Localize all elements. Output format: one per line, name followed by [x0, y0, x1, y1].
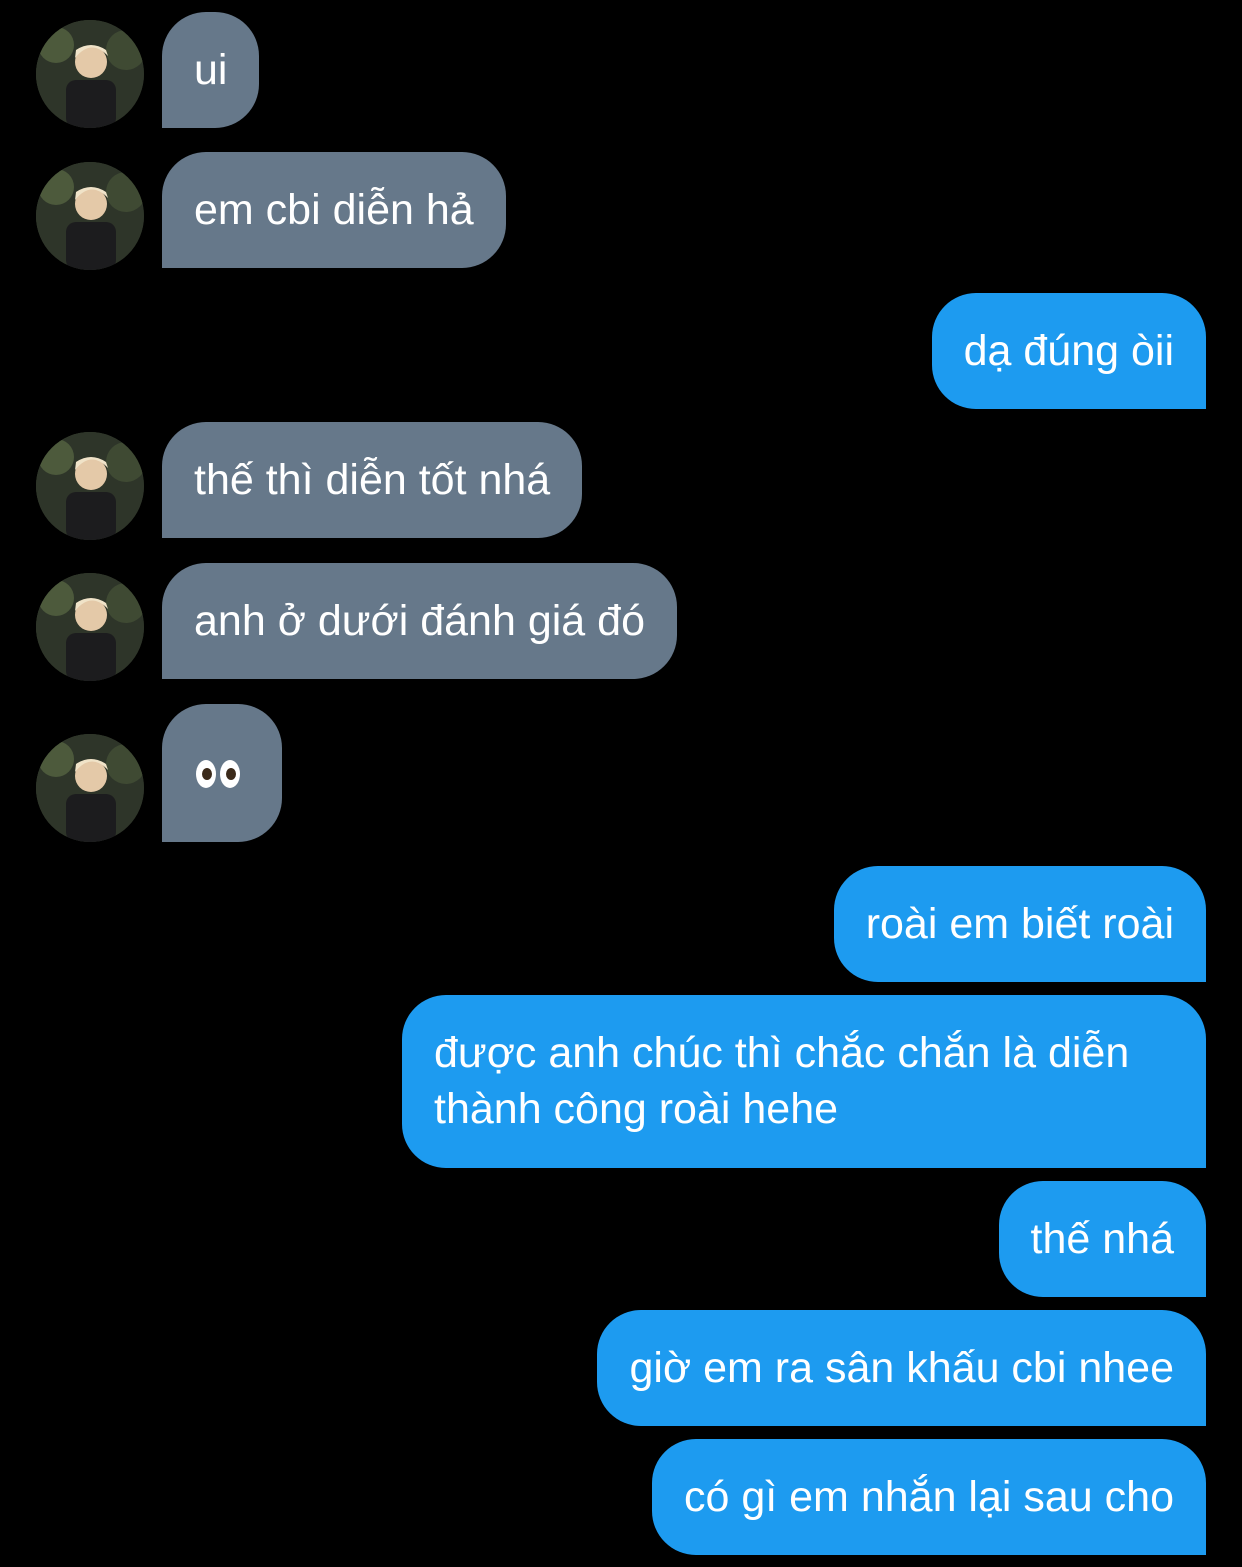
message-bubble-outgoing[interactable]: roài em biết roài [833, 866, 1206, 982]
contact-avatar[interactable] [36, 573, 144, 681]
contact-avatar[interactable] [36, 20, 144, 128]
message-text: roài em biết roài [865, 900, 1174, 948]
contact-avatar[interactable] [36, 734, 144, 842]
message-bubble-incoming[interactable]: anh ở dưới đánh giá đó [162, 563, 677, 679]
message-text: em cbi diễn hả [194, 186, 474, 234]
contact-avatar[interactable] [36, 432, 144, 540]
message-bubble-outgoing[interactable]: giờ em ra sân khấu cbi nhee [597, 1310, 1206, 1426]
message-text: thế thì diễn tốt nhá [194, 456, 551, 504]
message-text: thế nhá [1030, 1215, 1174, 1263]
message-bubble-incoming[interactable]: ui [162, 12, 260, 128]
message-bubble-outgoing[interactable]: được anh chúc thì chắc chắn là diễn thàn… [402, 995, 1206, 1168]
message-text: được anh chúc thì chắc chắn là diễn thàn… [434, 1029, 1130, 1133]
message-bubble-outgoing[interactable]: dạ đúng òii [931, 293, 1206, 409]
message-bubble-outgoing[interactable]: có gì em nhắn lại sau cho [651, 1439, 1206, 1555]
message-text: giờ em ra sân khấu cbi nhee [629, 1344, 1174, 1392]
message-text: có gì em nhắn lại sau cho [683, 1473, 1174, 1521]
message-bubble-incoming[interactable]: em cbi diễn hả [162, 152, 506, 268]
message-text: ui [194, 46, 228, 94]
contact-avatar[interactable] [36, 162, 144, 270]
message-bubble-incoming[interactable]: thế thì diễn tốt nhá [162, 422, 583, 538]
message-bubble-outgoing[interactable]: thế nhá [998, 1181, 1206, 1297]
message-text: dạ đúng òii [963, 327, 1174, 375]
message-bubble-incoming[interactable] [162, 704, 282, 842]
message-text: anh ở dưới đánh giá đó [194, 597, 645, 645]
eyes-emoji-icon [194, 744, 242, 800]
